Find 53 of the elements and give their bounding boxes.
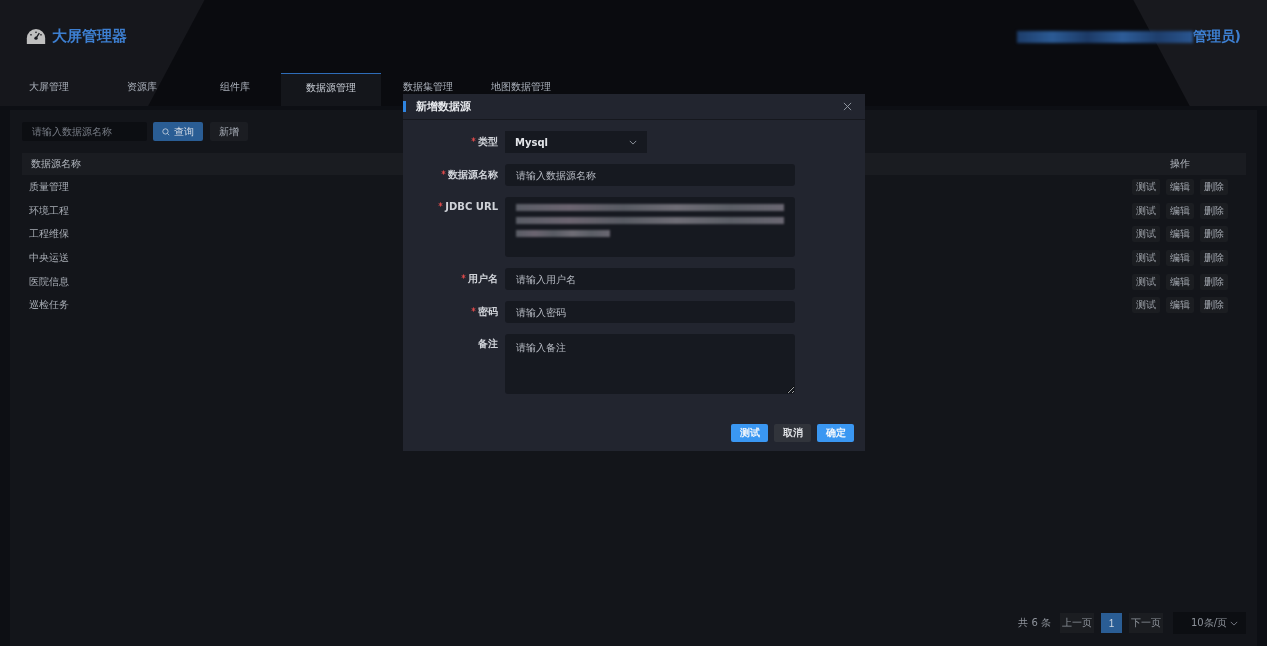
search-field[interactable]: 请输入数据源名称: [22, 122, 147, 141]
next-page-button[interactable]: 下一页: [1129, 613, 1163, 633]
action-button[interactable]: 编辑: [1166, 297, 1194, 314]
action-button[interactable]: 测试: [1132, 226, 1160, 243]
action-button[interactable]: 测试: [1132, 249, 1160, 266]
nav-tab[interactable]: 资源库: [95, 73, 188, 106]
nav-tab[interactable]: 组件库: [188, 73, 281, 106]
field-label: 备注: [478, 337, 498, 351]
action-button[interactable]: 测试: [1132, 202, 1160, 219]
input-field[interactable]: 请输入用户名: [505, 268, 795, 290]
action-button[interactable]: 测试: [1132, 297, 1160, 314]
action-button[interactable]: 删除: [1200, 273, 1228, 290]
nav-tab[interactable]: 大屏管理: [2, 73, 95, 106]
page-size-select[interactable]: 10条/页: [1173, 612, 1246, 634]
field-label: 类型: [478, 135, 498, 149]
action-button[interactable]: 删除: [1200, 249, 1228, 266]
nav-tab[interactable]: 数据源管理: [281, 73, 381, 106]
add-button[interactable]: 新增: [210, 122, 248, 141]
field-label: 数据源名称: [448, 168, 498, 182]
app-title: 大屏管理器: [52, 27, 127, 46]
action-button[interactable]: 编辑: [1166, 226, 1194, 243]
dialog-button[interactable]: 取消: [774, 424, 811, 442]
prev-page-button[interactable]: 上一页: [1060, 613, 1094, 633]
user-name: 管理员): [1192, 27, 1241, 46]
total-count: 共 6 条: [1018, 616, 1051, 630]
action-button[interactable]: 编辑: [1166, 178, 1194, 195]
table-cell-text: 中央运送: [28, 250, 69, 265]
page-button[interactable]: 1: [1101, 613, 1122, 633]
table-cell-text: 工程维保: [28, 227, 69, 242]
dialog-title: 新增数据源: [416, 99, 471, 114]
action-button[interactable]: 删除: [1200, 297, 1228, 314]
action-button[interactable]: 测试: [1132, 273, 1160, 290]
table-cell-text: 巡检任务: [28, 298, 69, 313]
field-label: 密码: [478, 305, 498, 319]
action-button[interactable]: 删除: [1200, 226, 1228, 243]
table-cell-text: 医院信息: [28, 274, 69, 289]
field-label: JDBC URL: [445, 200, 498, 214]
action-button[interactable]: 编辑: [1166, 273, 1194, 290]
action-button[interactable]: 删除: [1200, 178, 1228, 195]
input-field[interactable]: 请输入数据源名称: [505, 164, 795, 186]
action-button[interactable]: 编辑: [1166, 202, 1194, 219]
field-label: 用户名: [468, 272, 498, 286]
table-cell-text: 质量管理: [28, 179, 69, 194]
type-select[interactable]: Mysql: [505, 131, 647, 153]
action-button[interactable]: 编辑: [1166, 249, 1194, 266]
search-button[interactable]: 查询: [153, 122, 203, 141]
action-button[interactable]: 测试: [1132, 178, 1160, 195]
table-cell-text: 环境工程: [28, 203, 69, 218]
column-header: 操作: [1170, 157, 1190, 171]
input-field[interactable]: 请输入密码: [505, 301, 795, 323]
column-header: 数据源名称: [31, 157, 81, 171]
text-area[interactable]: 请输入备注: [505, 334, 795, 394]
action-button[interactable]: 删除: [1200, 202, 1228, 219]
